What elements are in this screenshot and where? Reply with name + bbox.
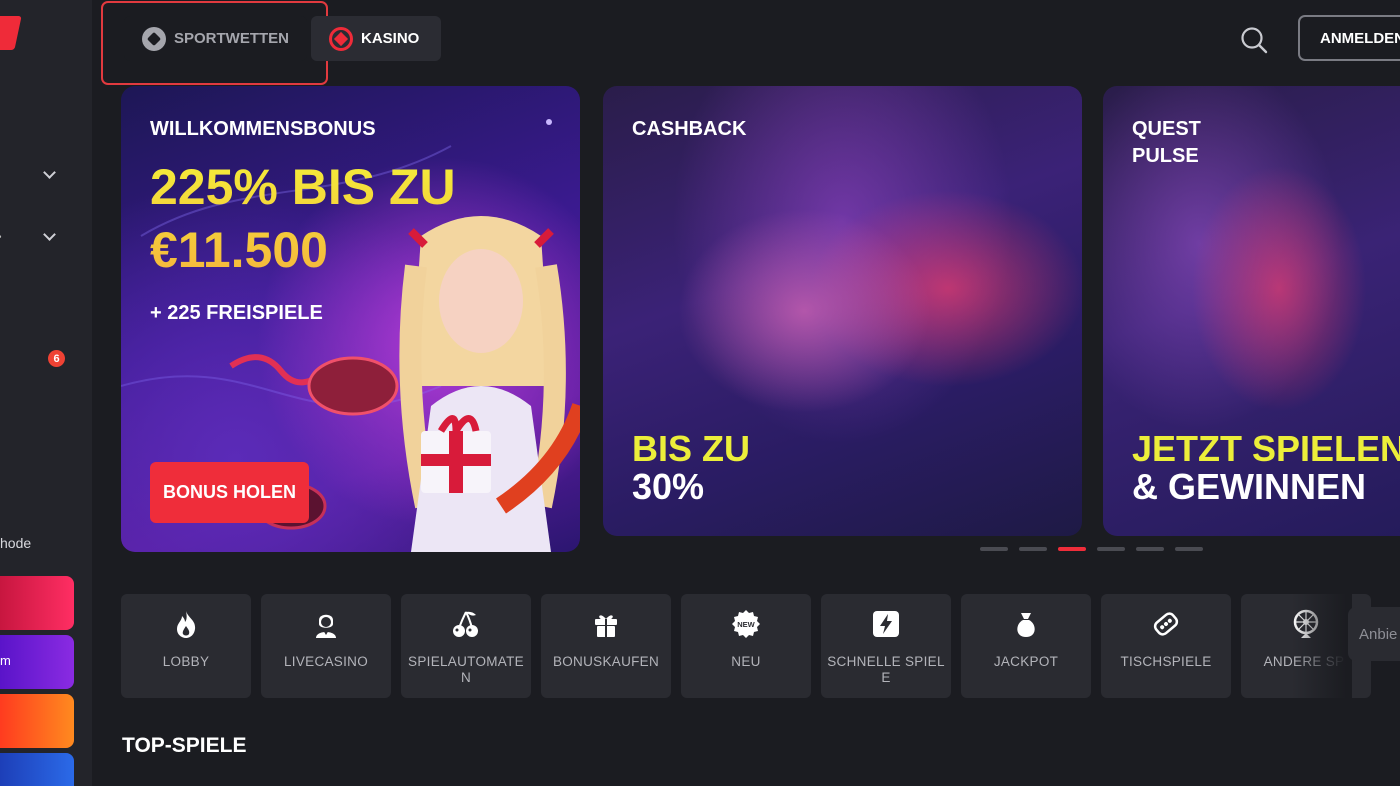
banner-headline-line: €11.500 — [150, 222, 328, 278]
category-label: JACKPOT — [993, 654, 1059, 669]
promo-banner-quest-pulse[interactable]: QUEST PULSE JETZT SPIELEN & GEWINNEN — [1103, 86, 1400, 536]
category-bonuskaufen[interactable]: BONUSKAUFEN — [541, 594, 671, 698]
flame-icon — [177, 611, 196, 638]
sidebar-card-label: m — [0, 653, 11, 668]
search-icon[interactable] — [1240, 26, 1268, 54]
category-tischspiele[interactable]: TISCHSPIELE — [1101, 594, 1231, 698]
new-badge-icon: NEW — [732, 610, 760, 638]
sidebar-promo-card[interactable] — [0, 753, 74, 786]
promo-banner-cashback[interactable]: CASHBACK BIS ZU 30% — [603, 86, 1082, 536]
banner-value: & GEWINNEN — [1132, 466, 1366, 507]
category-neu[interactable]: NEW NEU — [681, 594, 811, 698]
banner-label-line: QUEST — [1132, 118, 1201, 140]
category-label: LOBBY — [162, 654, 210, 669]
focus-highlight — [101, 1, 328, 85]
category-label: TISCHSPIELE — [1120, 654, 1212, 669]
scroll-fade-overlay — [1292, 590, 1352, 702]
carousel-dot[interactable] — [1097, 547, 1125, 551]
sidebar: • 6 hode m — [0, 0, 92, 786]
chevron-down-icon[interactable] — [43, 228, 56, 241]
notification-badge: 6 — [48, 350, 65, 367]
category-label: SCHNELLE SPIELE — [827, 654, 945, 685]
banner-label: QUEST PULSE — [1132, 116, 1201, 170]
chevron-down-icon[interactable] — [43, 166, 56, 179]
brand-logo[interactable] — [0, 16, 22, 50]
login-button[interactable]: ANMELDEN — [1298, 15, 1400, 61]
svg-text:NEW: NEW — [737, 620, 755, 629]
category-label: BONUSKAUFEN — [552, 654, 660, 669]
sidebar-item-partial[interactable]: • — [0, 232, 2, 243]
banner-value: 30% — [632, 466, 705, 507]
banner-headline: 225% BIS ZU €11.500 — [150, 156, 456, 282]
banner-label-line: PULSE — [1132, 145, 1199, 167]
carousel-dot[interactable] — [1175, 547, 1203, 551]
category-schnelle-spiele[interactable]: SCHNELLE SPIELE — [821, 594, 951, 698]
carousel-indicators — [980, 547, 1203, 551]
dice-icon — [1153, 612, 1179, 636]
category-jackpot[interactable]: JACKPOT — [961, 594, 1091, 698]
category-lobby[interactable]: LOBBY — [121, 594, 251, 698]
category-spielautomaten[interactable]: SPIELAUTOMATEN — [401, 594, 531, 698]
gift-icon — [595, 615, 617, 637]
carousel-dot[interactable] — [980, 547, 1008, 551]
banner-label: WILLKOMMENSBONUS — [150, 118, 376, 140]
section-title: TOP-SPIELE — [122, 734, 247, 757]
carousel-dot[interactable] — [1019, 547, 1047, 551]
provider-filter[interactable]: Anbie — [1348, 607, 1400, 661]
tab-label: KASINO — [361, 30, 420, 47]
carousel-dot-active[interactable] — [1058, 547, 1086, 551]
sidebar-promo-card[interactable] — [0, 576, 74, 630]
banner-highlight: BIS ZU — [632, 428, 751, 469]
bonus-holen-button[interactable]: BONUS HOLEN — [150, 462, 309, 523]
banner-subtitle: + 225 FREISPIELE — [150, 302, 323, 324]
banner-label: CASHBACK — [632, 118, 747, 140]
tab-kasino[interactable]: KASINO — [311, 16, 441, 61]
casino-chip-icon — [329, 26, 353, 51]
banner-headline-line: 225% BIS ZU — [150, 159, 456, 215]
sidebar-item-label[interactable]: hode — [0, 535, 31, 551]
lightning-icon — [873, 611, 899, 637]
category-label: SPIELAUTOMATEN — [408, 654, 524, 685]
category-label: NEU — [731, 654, 761, 669]
category-label: LIVECASINO — [283, 654, 369, 669]
money-bag-icon — [1017, 613, 1035, 637]
cherries-icon — [453, 611, 478, 637]
sidebar-promo-card[interactable] — [0, 694, 74, 748]
sidebar-promo-card[interactable]: m — [0, 635, 74, 689]
promo-banner-welcome[interactable]: WILLKOMMENSBONUS 225% BIS ZU €11.500 + 2… — [121, 86, 580, 552]
category-livecasino[interactable]: LIVECASINO — [261, 594, 391, 698]
carousel-dot[interactable] — [1136, 547, 1164, 551]
dealer-icon — [316, 614, 336, 638]
banner-highlight: JETZT SPIELEN — [1132, 428, 1400, 469]
